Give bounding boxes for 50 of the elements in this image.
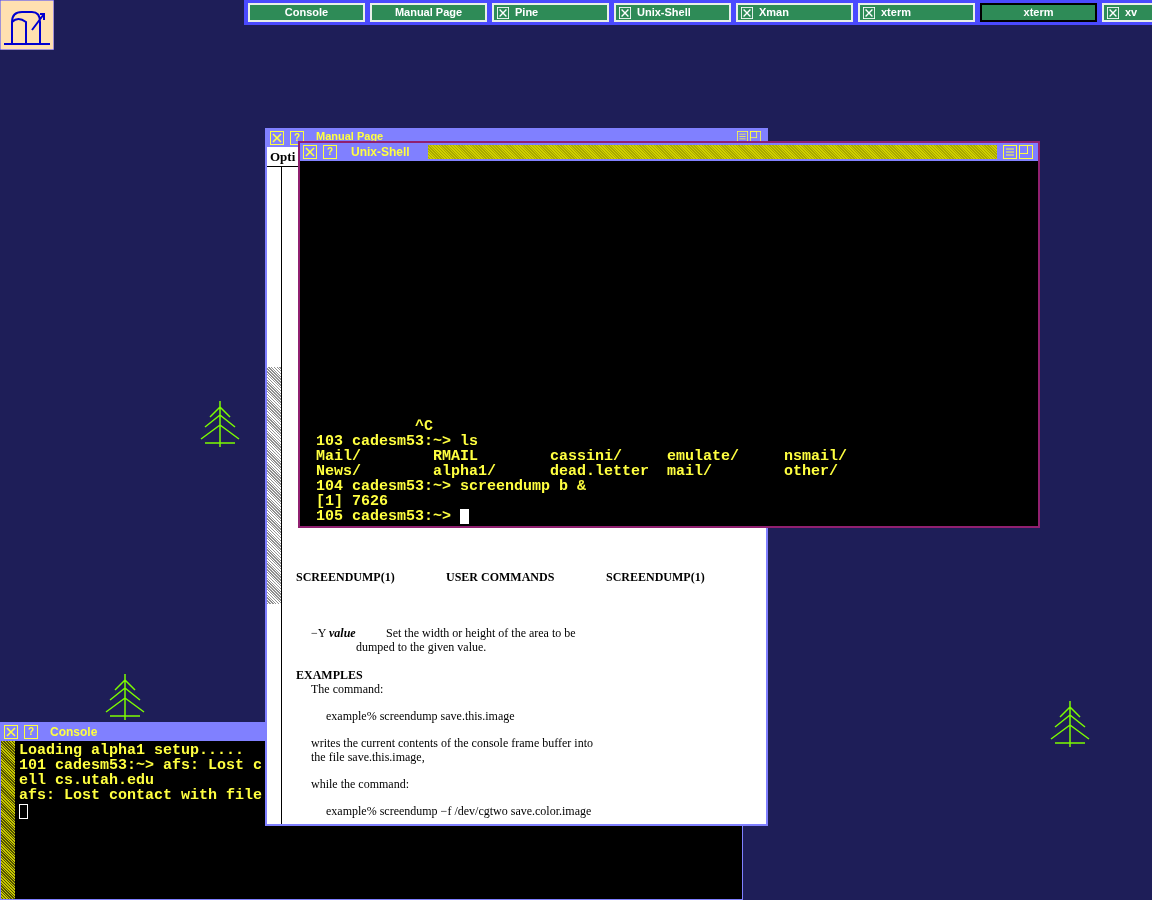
menu-item[interactable]: Opti xyxy=(270,146,296,167)
mailbox-icon[interactable] xyxy=(0,0,54,50)
text-cursor xyxy=(19,804,28,819)
terminal-line: News/ alpha1/ dead.letter mail/ other/ xyxy=(316,464,840,479)
maximize-icon[interactable] xyxy=(750,131,761,142)
example-command: example% screendump −f /dev/cgtwo save.color.image xyxy=(325,804,593,818)
close-button[interactable] xyxy=(4,725,18,739)
page-header: SCREENDUMP(1) xyxy=(296,570,396,584)
terminal-line: afs: Lost contact with file xyxy=(19,788,263,803)
close-button[interactable] xyxy=(270,131,284,145)
option-description: Set the width or height of the area to be dumped to the given value. xyxy=(356,626,577,654)
close-button[interactable] xyxy=(303,145,317,159)
help-button[interactable]: ? xyxy=(24,725,38,739)
terminal-line: ^C xyxy=(415,419,434,434)
taskbar-button[interactable]: Xman xyxy=(736,3,853,22)
terminal-line: [1] 7626 xyxy=(316,494,388,509)
page-header: USER COMMANDS xyxy=(446,570,556,584)
taskbar-button[interactable]: Pine xyxy=(492,3,609,22)
window-title: Console xyxy=(50,724,98,741)
window-title: Unix-Shell xyxy=(351,144,410,161)
example-command: example% screendump save.this.image xyxy=(325,709,516,723)
terminal-line: 104 cadesm53:~> screendump b & xyxy=(316,479,588,494)
maximize-icon[interactable] xyxy=(1019,145,1033,159)
tree-icon xyxy=(200,400,240,448)
terminal-line: 101 cadesm53:~> afs: Lost c xyxy=(19,758,263,773)
terminal-line: ell cs.utah.edu xyxy=(19,773,156,788)
tree-icon xyxy=(1050,700,1090,748)
taskbar-button[interactable]: xv xyxy=(1102,3,1152,22)
menu-icon[interactable] xyxy=(737,131,748,142)
body-text: The command: xyxy=(310,682,385,696)
window-title: Manual Page xyxy=(316,131,384,142)
page-header: SCREENDUMP(1) xyxy=(606,570,705,584)
taskbar-button[interactable]: xterm xyxy=(858,3,975,22)
scrollbar[interactable] xyxy=(267,167,282,824)
terminal-line: 103 cadesm53:~> ls xyxy=(316,434,480,449)
section-heading: EXAMPLES xyxy=(296,668,364,682)
option-term: −Y value xyxy=(311,626,357,640)
taskbar-button[interactable]: xterm xyxy=(980,3,1097,22)
help-button[interactable]: ? xyxy=(323,145,337,159)
text-cursor xyxy=(460,509,470,524)
taskbar-button[interactable]: Unix-Shell xyxy=(614,3,731,22)
terminal-prompt: 105 cadesm53:~> xyxy=(316,509,453,524)
tree-icon xyxy=(105,673,145,721)
taskbar-button[interactable]: Console xyxy=(248,3,365,22)
body-text: writes the current contents of the console frame buffer into the file save.this.image, xyxy=(310,736,594,764)
taskbar-button[interactable]: Manual Page xyxy=(370,3,487,22)
body-text: while the command: xyxy=(310,777,410,791)
terminal-line: Loading alpha1 setup..... xyxy=(19,743,246,758)
terminal-line: Mail/ RMAIL cassini/ emulate/ nsmail/ xyxy=(316,449,849,464)
menu-icon[interactable] xyxy=(1003,145,1017,159)
